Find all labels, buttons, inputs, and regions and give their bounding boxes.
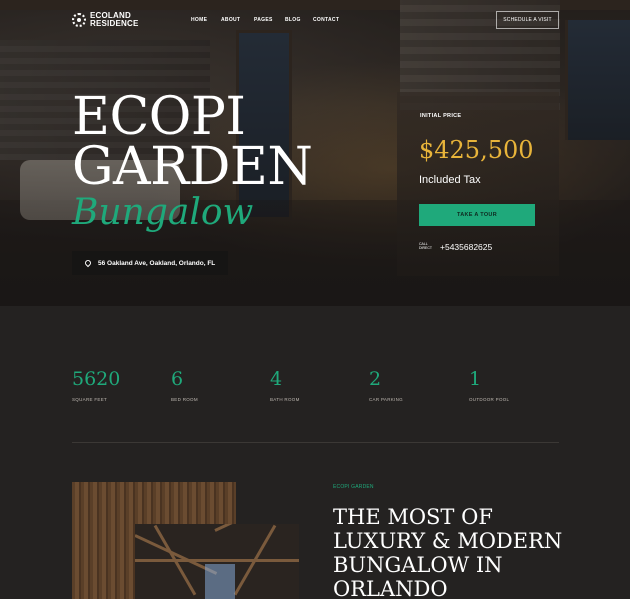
map-pin-icon [83,258,93,268]
stat-bed-room: 6 BED ROOM [171,368,198,402]
roof-interior-image [135,524,299,599]
menu-item-contact[interactable]: CONTACT [313,17,343,23]
price-card: INITIAL PRICE $425,500 Included Tax TAKE… [397,92,559,276]
schedule-visit-button[interactable]: SCHEDULE A VISIT [496,11,559,29]
address-text: 56 Oakland Ave, Oakland, Orlando, FL [98,259,216,267]
price-value: $425,500 [419,136,534,164]
take-a-tour-button[interactable]: TAKE A TOUR [419,204,535,226]
rafter [135,559,299,562]
stat-value: 4 [270,368,283,390]
top-nav: ECOLAND RESIDENCE HOME ABOUT PAGES BLOG … [0,0,630,40]
stat-outdoor-pool: 1 OUTDOOR POOL [469,368,509,402]
hero-title-line-2: GARDEN [72,137,313,197]
about-heading: THE MOST OF LUXURY & MODERN BUNGALOW IN … [333,505,563,599]
hero-title-line-1: ECOPI [72,87,246,147]
menu-item-pages[interactable]: PAGES [254,17,285,23]
stats-section: 5620 SQUARE FEET 6 BED ROOM 4 BATH ROOM … [0,306,630,442]
menu-item-home[interactable]: HOME [191,17,221,23]
price-tax-note: Included Tax [419,174,481,186]
phone-number[interactable]: +5435682625 [440,242,492,252]
stat-label: OUTDOOR POOL [469,397,510,402]
stat-value: 2 [369,368,382,390]
stat-bath-room: 4 BATH ROOM [270,368,300,402]
rafter [214,524,298,532]
about-tagline: ECOPI GARDEN [333,484,374,490]
stat-square-feet: 5620 SQUARE FEET [72,368,120,402]
main-menu: HOME ABOUT PAGES BLOG CONTACT [191,17,343,23]
menu-item-blog[interactable]: BLOG [285,17,313,23]
stat-label: SQUARE FEET [72,397,108,402]
stat-value: 1 [469,368,482,390]
logo-text: ECOLAND RESIDENCE [90,12,160,28]
section-divider [72,442,559,443]
logo[interactable]: ECOLAND RESIDENCE [72,12,160,28]
price-label: INITIAL PRICE [420,113,462,119]
call-direct-label: CALL DIRECT [419,242,433,250]
stat-label: BED ROOM [171,397,198,402]
stat-car-parking: 2 CAR PARKING [369,368,403,402]
sun-logo-icon [72,13,86,27]
logo-line-2: RESIDENCE [90,19,139,28]
stat-label: CAR PARKING [369,397,403,402]
address-badge: 56 Oakland Ave, Oakland, Orlando, FL [72,251,228,275]
hero-script-subtitle: Bungalow [72,192,254,233]
stat-value: 6 [171,368,184,390]
stat-value: 5620 [72,368,121,390]
skylight [205,564,235,599]
menu-item-about[interactable]: ABOUT [221,17,254,23]
stat-label: BATH ROOM [270,397,300,402]
